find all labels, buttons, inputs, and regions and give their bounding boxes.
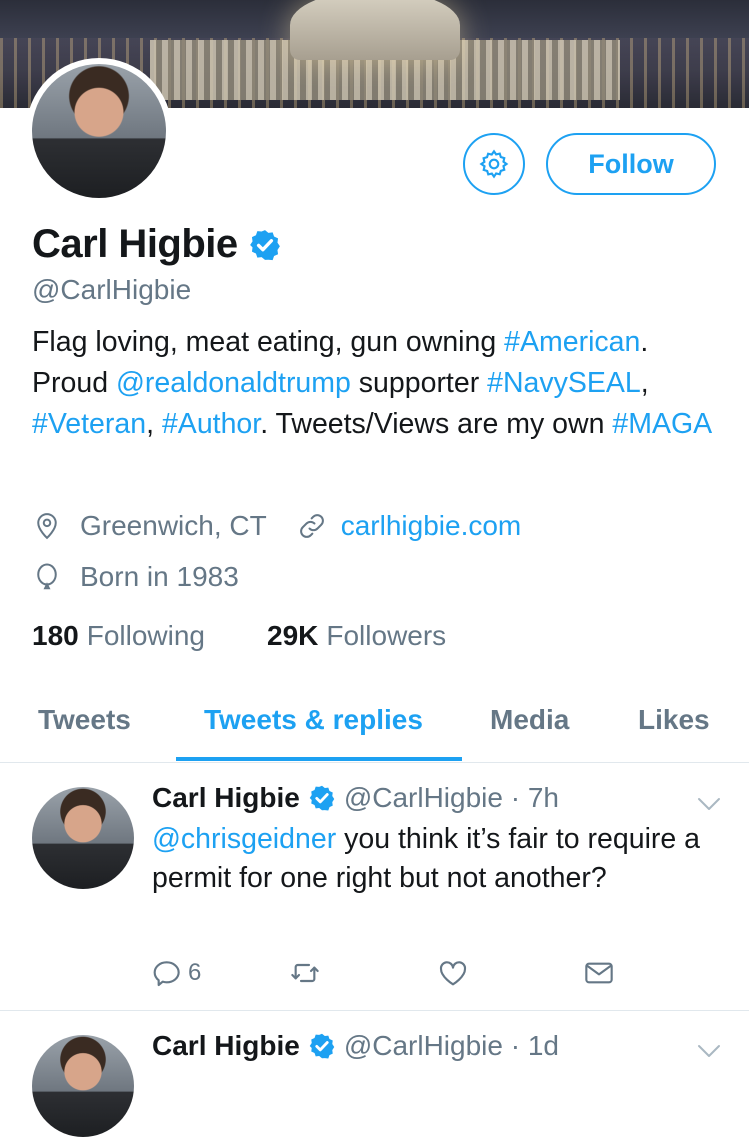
tweet-divider bbox=[0, 1010, 749, 1011]
active-tab-indicator bbox=[176, 757, 462, 761]
bio-text: supporter bbox=[350, 367, 488, 399]
tweet-author-name[interactable]: Carl Higbie bbox=[152, 1030, 300, 1062]
tab-media[interactable]: Media bbox=[490, 690, 569, 760]
bio-link[interactable]: #Author bbox=[162, 408, 260, 440]
tab-tweets-and-replies[interactable]: Tweets & replies bbox=[204, 690, 423, 760]
profile-meta-born-row: Born in 1983 bbox=[32, 561, 239, 593]
tweet-author-handle: @CarlHigbie bbox=[343, 1030, 503, 1061]
direct-message-action[interactable] bbox=[583, 957, 615, 989]
like-action[interactable] bbox=[437, 957, 469, 989]
profile-stats: 180 Following 29K Followers bbox=[32, 620, 446, 652]
profile-avatar[interactable] bbox=[26, 58, 172, 204]
tab-likes[interactable]: Likes bbox=[638, 690, 710, 760]
bio-text: , bbox=[640, 367, 649, 399]
tweet-separator-dot: · bbox=[502, 1030, 528, 1061]
tweet-header: Carl Higbie @CarlHigbie · 1d bbox=[152, 1030, 559, 1062]
following-count: 180 bbox=[32, 620, 79, 651]
profile-display-name: Carl Higbie bbox=[32, 222, 238, 266]
verified-badge-icon bbox=[309, 785, 335, 811]
location-pin-icon bbox=[37, 513, 57, 540]
tweet-text: @chrisgeidner you think it’s fair to req… bbox=[152, 820, 712, 898]
balloon-icon bbox=[37, 563, 57, 590]
follow-button[interactable]: Follow bbox=[546, 133, 716, 195]
followers-count: 29K bbox=[267, 620, 319, 651]
heart-icon bbox=[440, 961, 467, 986]
tweet-header: Carl Higbie @CarlHigbie · 7h bbox=[152, 782, 559, 814]
bio-link[interactable]: #Veteran bbox=[32, 408, 146, 440]
followers-stat[interactable]: 29K Followers bbox=[267, 620, 446, 652]
tweet-separator-dot: · bbox=[502, 782, 528, 813]
tweet-author-handle: @CarlHigbie bbox=[343, 782, 503, 813]
bio-link[interactable]: @realdonaldtrump bbox=[116, 367, 351, 399]
profile-tabs: Tweets Tweets & replies Media Likes bbox=[0, 690, 749, 763]
verified-badge-icon bbox=[309, 1033, 335, 1059]
verified-badge-icon bbox=[249, 229, 280, 260]
profile-bio: Flag loving, meat eating, gun owning #Am… bbox=[32, 322, 722, 445]
profile-meta-location-row: Greenwich, CT carlhigbie.com bbox=[32, 510, 521, 542]
following-stat[interactable]: 180 Following bbox=[32, 620, 205, 652]
profile-location: Greenwich, CT bbox=[80, 510, 267, 541]
bio-link[interactable]: #American bbox=[504, 326, 640, 358]
reply-action[interactable]: 6 bbox=[152, 957, 201, 989]
bio-text: Flag loving, meat eating, gun owning bbox=[32, 326, 505, 358]
followers-label: Followers bbox=[326, 620, 447, 651]
profile-handle: @CarlHigbie bbox=[32, 274, 192, 305]
reply-count: 6 bbox=[188, 959, 202, 986]
tweet-timestamp[interactable]: 7h bbox=[528, 782, 559, 814]
bio-text: . Tweets/Views are my own bbox=[260, 408, 613, 440]
profile-birth-date: Born in 1983 bbox=[80, 561, 239, 592]
profile-name-row: Carl Higbie bbox=[32, 222, 282, 267]
banner-capitol-dome bbox=[290, 0, 460, 60]
bio-link[interactable]: #MAGA bbox=[612, 408, 712, 440]
tweet-actions: 6 bbox=[152, 957, 615, 989]
link-icon bbox=[299, 514, 324, 538]
reply-icon bbox=[153, 961, 180, 987]
profile-settings-button[interactable] bbox=[463, 133, 525, 195]
retweet-icon bbox=[291, 963, 320, 983]
gear-icon bbox=[479, 149, 509, 179]
retweet-action[interactable] bbox=[289, 957, 321, 989]
bio-link[interactable]: #NavySEAL bbox=[487, 367, 641, 399]
chevron-down-icon[interactable] bbox=[696, 796, 722, 812]
envelope-icon bbox=[585, 962, 614, 984]
tweet-author-name[interactable]: Carl Higbie bbox=[152, 782, 300, 814]
profile-website-link[interactable]: carlhigbie.com bbox=[341, 510, 522, 542]
chevron-down-icon[interactable] bbox=[696, 1043, 722, 1059]
tweet-mention-link[interactable]: @chrisgeidner bbox=[152, 823, 336, 855]
profile-avatar-image bbox=[32, 64, 166, 198]
bio-text: , bbox=[146, 408, 162, 440]
following-label: Following bbox=[86, 620, 205, 651]
tab-tweets[interactable]: Tweets bbox=[38, 690, 131, 760]
tweet-avatar[interactable] bbox=[32, 1035, 134, 1137]
tweet-timestamp[interactable]: 1d bbox=[528, 1030, 559, 1062]
tweet-avatar[interactable] bbox=[32, 787, 134, 889]
